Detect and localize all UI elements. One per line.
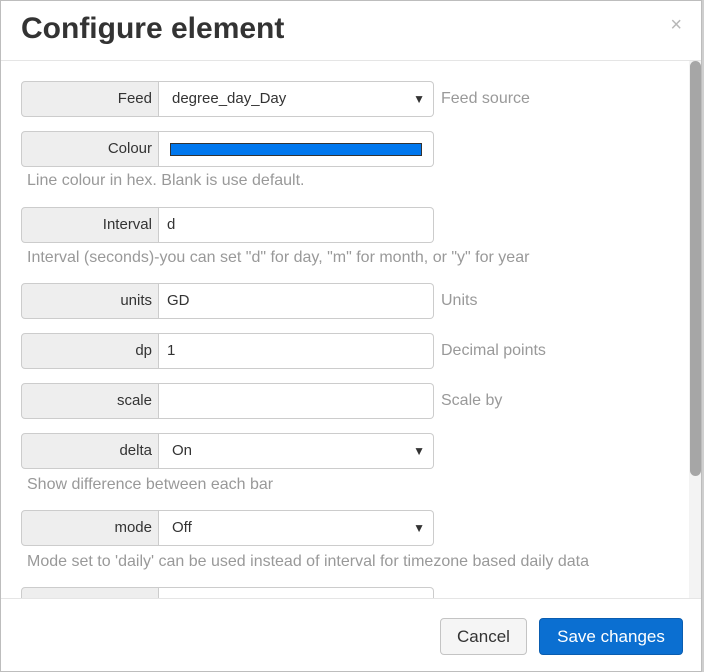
units-label: units [21, 283, 159, 319]
chevron-down-icon: ▼ [413, 444, 425, 458]
next-input[interactable] [159, 587, 434, 598]
dp-input[interactable]: 1 [159, 333, 434, 369]
colour-row: Colour [21, 131, 434, 167]
dp-hint: Decimal points [441, 342, 546, 359]
delta-select[interactable]: On ▼ [159, 433, 434, 469]
delta-row: delta On ▼ [21, 433, 434, 469]
mode-value: Off [172, 519, 192, 536]
feed-hint: Feed source [441, 90, 530, 107]
mode-select[interactable]: Off ▼ [159, 510, 434, 546]
feed-select[interactable]: degree_day_Day ▼ [159, 81, 434, 117]
body-scrollbar[interactable] [689, 61, 701, 598]
colour-input[interactable] [159, 131, 434, 167]
mode-label: mode [21, 510, 159, 546]
dialog-header: Configure element × [1, 1, 701, 61]
interval-label: Interval [21, 207, 159, 243]
chevron-down-icon: ▼ [413, 521, 425, 535]
interval-hint: Interval (seconds)-you can set "d" for d… [27, 249, 530, 266]
scale-label: scale [21, 383, 159, 419]
configure-element-dialog: Configure element × Feed degree_day_Day … [0, 0, 702, 672]
colour-label: Colour [21, 131, 159, 167]
scale-row: scale Scale by [21, 383, 502, 419]
scale-input[interactable] [159, 383, 434, 419]
dialog-body: Feed degree_day_Day ▼ Feed source Colour… [1, 61, 689, 598]
save-changes-button[interactable]: Save changes [539, 618, 683, 655]
dp-label: dp [21, 333, 159, 369]
scale-hint: Scale by [441, 392, 503, 409]
colour-swatch [170, 143, 422, 156]
scrollbar-thumb[interactable] [690, 61, 701, 476]
feed-row: Feed degree_day_Day ▼ Feed source [21, 81, 530, 117]
delta-value: On [172, 442, 193, 459]
mode-row: mode Off ▼ [21, 510, 434, 546]
delta-hint: Show difference between each bar [27, 476, 274, 493]
interval-input[interactable]: d [159, 207, 434, 243]
units-hint: Units [441, 292, 478, 309]
mode-hint: Mode set to 'daily' can be used instead … [27, 553, 589, 570]
dp-row: dp 1 Decimal points [21, 333, 546, 369]
next-row-partial [21, 587, 434, 598]
units-row: units GD Units [21, 283, 477, 319]
close-icon[interactable]: × [670, 15, 682, 35]
cancel-button[interactable]: Cancel [440, 618, 527, 655]
feed-label: Feed [21, 81, 159, 117]
feed-value: degree_day_Day [172, 90, 287, 107]
delta-label: delta [21, 433, 159, 469]
dialog-title: Configure element [21, 12, 285, 45]
next-label [21, 587, 159, 598]
chevron-down-icon: ▼ [413, 92, 425, 106]
units-input[interactable]: GD [159, 283, 434, 319]
colour-hint: Line colour in hex. Blank is use default… [27, 172, 305, 189]
interval-row: Interval d [21, 207, 434, 243]
dialog-footer: Cancel Save changes [1, 598, 701, 671]
